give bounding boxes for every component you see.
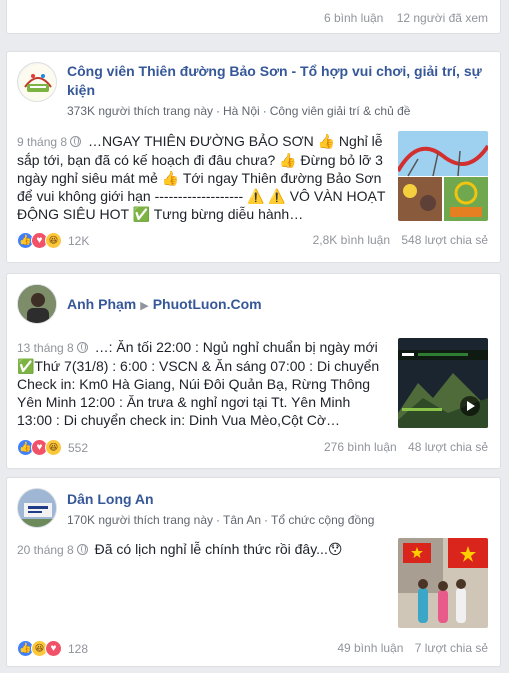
post-thumbnail[interactable] — [398, 538, 488, 628]
post-date[interactable]: 13 tháng 8 — [17, 341, 74, 355]
post-card: Dân Long An 170K người thích trang này · T… — [6, 477, 501, 667]
reactions-summary[interactable]: 👍 😆 ♥ 128 — [17, 640, 88, 657]
post-thumbnail[interactable] — [398, 131, 488, 221]
post-card: Anh Phạm ▶ PhuotLuon.Com 13 tháng 8 …: Ăn … — [6, 273, 501, 469]
user-avatar[interactable] — [17, 284, 57, 324]
page-meta: 170K người thích trang này · Tân An · Tổ chứ… — [67, 513, 375, 527]
page-name-link[interactable]: Dân Long An — [67, 490, 490, 509]
page-avatar[interactable] — [17, 488, 57, 528]
reactions-summary[interactable]: 👍 ♥ 😆 12K — [17, 232, 89, 249]
post-footer: 👍 😆 ♥ 128 49 bình luận 7 lượt chia sẻ — [17, 640, 488, 660]
user-name-link[interactable]: Anh Phạm — [67, 296, 136, 312]
post-card: Công viên Thiên đường Bảo Sơn - Tổ hợp v… — [6, 51, 501, 263]
post-date[interactable]: 20 tháng 8 — [17, 543, 74, 557]
bao-son-logo-icon — [19, 64, 56, 101]
shares-count[interactable]: 548 lượt chia sẻ — [401, 233, 488, 247]
page-name-link[interactable]: Công viên Thiên đường Bảo Sơn - Tổ hợp v… — [67, 62, 490, 100]
post-body[interactable]: 20 tháng 8 Đã có lịch nghỉ lễ chính thức… — [17, 540, 387, 559]
comments-count[interactable]: 6 bình luận — [324, 11, 383, 25]
haha-reaction-icon: 😆 — [45, 232, 62, 249]
top-post-stats: 6 bình luận 12 người đã xem — [324, 11, 488, 25]
top-post-card: 6 bình luận 12 người đã xem — [6, 0, 501, 34]
globe-icon — [76, 342, 88, 353]
page-meta: 373K người thích trang này · Hà Nội · Công v… — [67, 104, 411, 118]
post-body[interactable]: 9 tháng 8 …NGAY THIÊN ĐƯỜNG BẢO SƠN 👍 Ng… — [17, 132, 397, 223]
love-reaction-icon: ♥ — [45, 640, 62, 657]
comments-count[interactable]: 49 bình luận — [337, 641, 403, 655]
video-thumbnail[interactable] — [398, 338, 488, 428]
shared-to-arrow-icon: ▶ — [140, 300, 149, 312]
post-footer: 👍 ♥ 😆 12K 2,8K bình luận 548 lượt chia s… — [17, 232, 488, 252]
post-body[interactable]: 13 tháng 8 …: Ăn tối 22:00 : Ngủ nghỉ ch… — [17, 338, 382, 429]
page-category[interactable]: Công viên giải trí & chủ đề — [270, 104, 411, 118]
comments-count[interactable]: 2,8K bình luận — [313, 233, 390, 247]
reaction-count: 128 — [68, 641, 89, 656]
long-an-logo-icon — [18, 489, 56, 527]
reactions-summary[interactable]: 👍 ♥ 😆 552 — [17, 439, 88, 456]
page-likes: 170K người thích trang này — [67, 513, 213, 527]
page-category[interactable]: Tổ chức cộng đồng — [271, 513, 374, 527]
post-footer: 👍 ♥ 😆 552 276 bình luận 48 lượt chia sẻ — [17, 439, 488, 459]
shares-count[interactable]: 48 lượt chia sẻ — [408, 440, 488, 454]
globe-icon — [70, 136, 82, 147]
reaction-count: 12K — [68, 233, 90, 248]
comments-count[interactable]: 276 bình luận — [324, 440, 397, 454]
page-location[interactable]: Hà Nội — [223, 104, 260, 118]
post-text: Đã có lịch nghỉ lễ chính thức rồi đây...… — [94, 541, 343, 557]
post-date[interactable]: 9 tháng 8 — [17, 135, 67, 149]
user-photo-icon — [18, 285, 56, 323]
page-likes: 373K người thích trang này — [67, 104, 213, 118]
views-count[interactable]: 12 người đã xem — [397, 11, 488, 25]
page-location[interactable]: Tân An — [223, 513, 261, 527]
shares-count[interactable]: 7 lượt chia sẻ — [415, 641, 488, 655]
page-avatar[interactable] — [17, 62, 57, 102]
page-name-link[interactable]: PhuotLuon.Com — [153, 296, 262, 312]
reaction-count: 552 — [68, 440, 89, 455]
globe-icon — [76, 544, 88, 555]
haha-reaction-icon: 😆 — [45, 439, 62, 456]
